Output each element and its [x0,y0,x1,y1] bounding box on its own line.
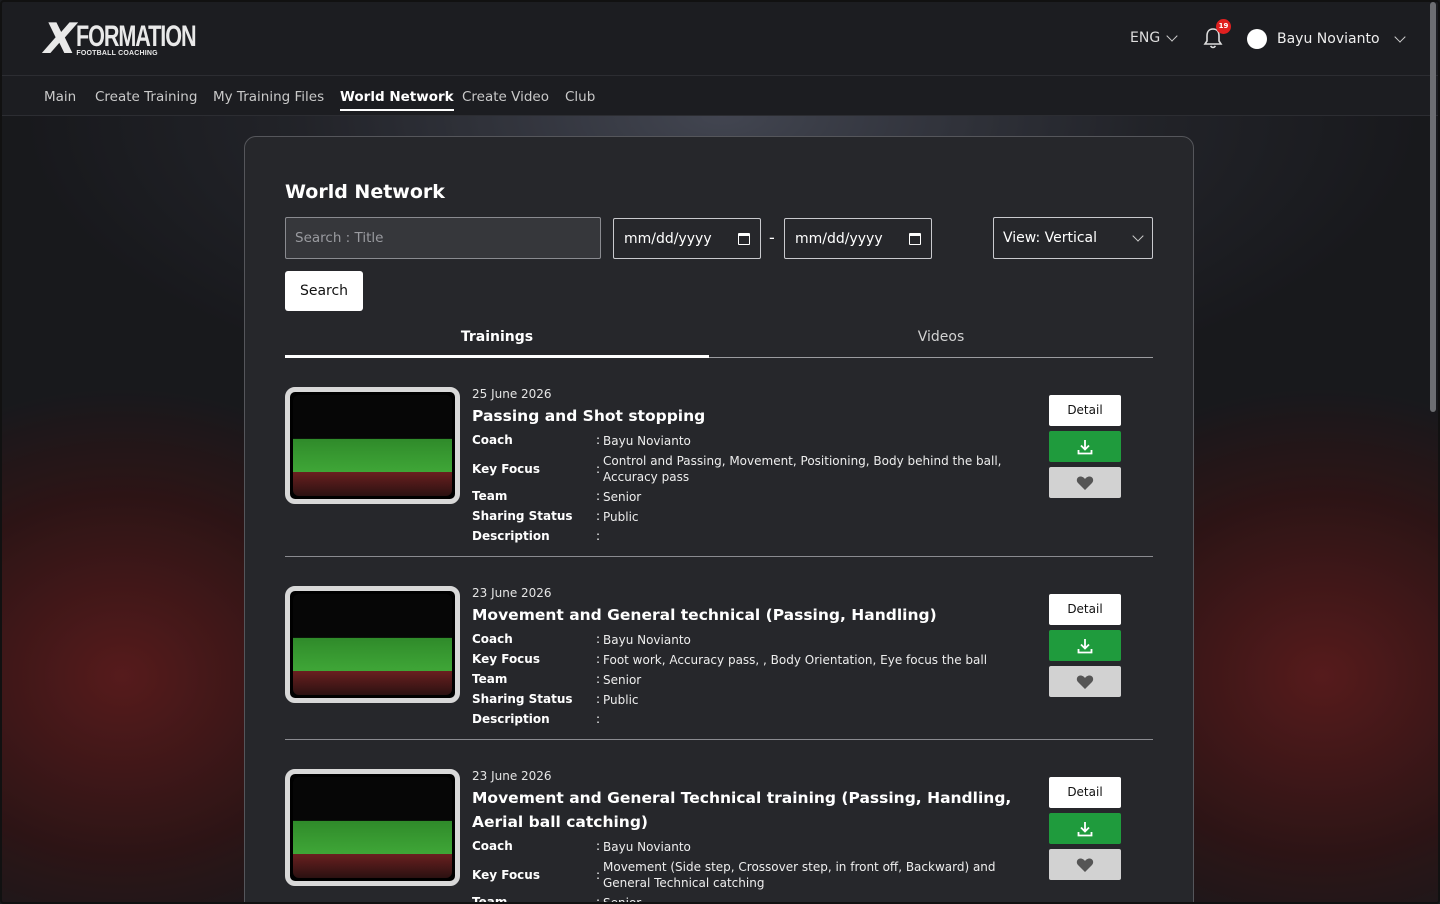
avatar [1247,29,1267,49]
nav-world-network[interactable]: World Network [340,89,454,111]
xformation-logo[interactable]: X FORMATION FOOTBALL COACHING [44,14,197,63]
download-button[interactable] [1049,630,1121,661]
favorite-button[interactable] [1049,849,1121,880]
favorite-button[interactable] [1049,467,1121,498]
team-value: Senior [603,896,642,904]
description-label: Description [472,712,550,726]
training-date: 23 June 2026 [472,586,552,600]
key-focus-label: Key Focus [472,652,540,666]
training-thumbnail[interactable] [285,387,460,504]
download-button[interactable] [1049,431,1121,462]
detail-button[interactable]: Detail [1049,594,1121,625]
coach-value: Bayu Novianto [603,840,691,854]
description-label: Description [472,529,550,543]
heart-icon [1076,674,1094,689]
sharing-status-value: Public [603,510,639,524]
team-label: Team [472,672,508,686]
search-button[interactable]: Search [285,271,363,311]
key-focus-value: Foot work, Accuracy pass, , Body Orienta… [603,653,988,667]
app-window: X FORMATION FOOTBALL COACHING ENG 19 Bay… [0,0,1440,904]
calendar-icon[interactable] [738,232,750,245]
active-tab-indicator [285,355,709,358]
language-selector[interactable]: ENG [1130,30,1178,46]
nav-main[interactable]: Main [44,89,76,105]
key-focus-label: Key Focus [472,868,540,882]
detail-button[interactable]: Detail [1049,777,1121,808]
favorite-button[interactable] [1049,666,1121,697]
coach-label: Coach [472,433,513,447]
nav-club[interactable]: Club [565,89,595,105]
language-label: ENG [1130,30,1161,46]
nav-create-video[interactable]: Create Video [462,89,549,105]
page-scrollbar[interactable] [1430,2,1436,412]
coach-value: Bayu Novianto [603,633,691,647]
download-icon [1077,439,1093,454]
content-tabs: Trainings Videos [285,325,1153,358]
view-select[interactable]: View: Vertical [993,217,1153,259]
key-focus-value: Control and Passing, Movement, Positioni… [603,454,1002,484]
key-focus-value: Movement (Side step, Crossover step, in … [603,860,996,890]
coach-label: Coach [472,839,513,853]
item-divider [285,739,1153,740]
chevron-down-icon [1132,230,1144,242]
user-name: Bayu Novianto [1277,31,1380,47]
team-value: Senior [603,673,642,687]
training-thumbnail[interactable] [285,769,460,886]
calendar-icon[interactable] [909,232,921,245]
team-label: Team [472,895,508,904]
description-value [603,529,1032,543]
main-nav: Main Create Training My Training Files W… [2,76,1438,116]
search-input[interactable] [285,217,601,259]
sharing-status-label: Sharing Status [472,692,573,706]
date-separator: - [769,228,775,247]
coach-label: Coach [472,632,513,646]
notification-badge: 19 [1216,19,1231,34]
team-label: Team [472,489,508,503]
sharing-status-value: Public [603,693,639,707]
date-to-field[interactable]: mm/dd/yyyy [784,218,932,259]
user-menu[interactable]: Bayu Novianto [1247,29,1406,49]
coach-value: Bayu Novianto [603,434,691,448]
date-from-placeholder: mm/dd/yyyy [624,230,712,247]
training-title[interactable]: Movement and General Technical training … [472,786,1032,834]
nav-my-training-files[interactable]: My Training Files [213,89,324,105]
training-date: 25 June 2026 [472,387,552,401]
sharing-status-label: Sharing Status [472,509,573,523]
description-value [603,712,1032,726]
page-title: World Network [285,181,445,203]
item-divider [285,556,1153,557]
view-select-value: View: Vertical [1003,230,1098,246]
chevron-down-icon [1166,30,1178,42]
training-thumbnail[interactable] [285,586,460,703]
heart-icon [1076,475,1094,490]
logo-mark: X [44,14,76,63]
download-button[interactable] [1049,813,1121,844]
download-icon [1077,638,1093,653]
heart-icon [1076,857,1094,872]
training-date: 23 June 2026 [472,769,552,783]
top-header: X FORMATION FOOTBALL COACHING ENG 19 Bay… [2,2,1438,76]
tab-trainings[interactable]: Trainings [285,329,709,345]
world-network-panel: World Network mm/dd/yyyy - mm/dd/yyyy Vi… [244,136,1194,904]
tab-videos[interactable]: Videos [729,329,1153,345]
download-icon [1077,821,1093,836]
date-to-placeholder: mm/dd/yyyy [795,230,883,247]
date-from-field[interactable]: mm/dd/yyyy [613,218,761,259]
training-title[interactable]: Passing and Shot stopping [472,404,1032,428]
detail-button[interactable]: Detail [1049,395,1121,426]
key-focus-label: Key Focus [472,462,540,476]
training-title[interactable]: Movement and General technical (Passing,… [472,603,1032,627]
team-value: Senior [603,490,642,504]
chevron-down-icon [1393,31,1406,43]
logo-main-text: FORMATION [76,19,197,53]
nav-create-training[interactable]: Create Training [95,89,197,105]
